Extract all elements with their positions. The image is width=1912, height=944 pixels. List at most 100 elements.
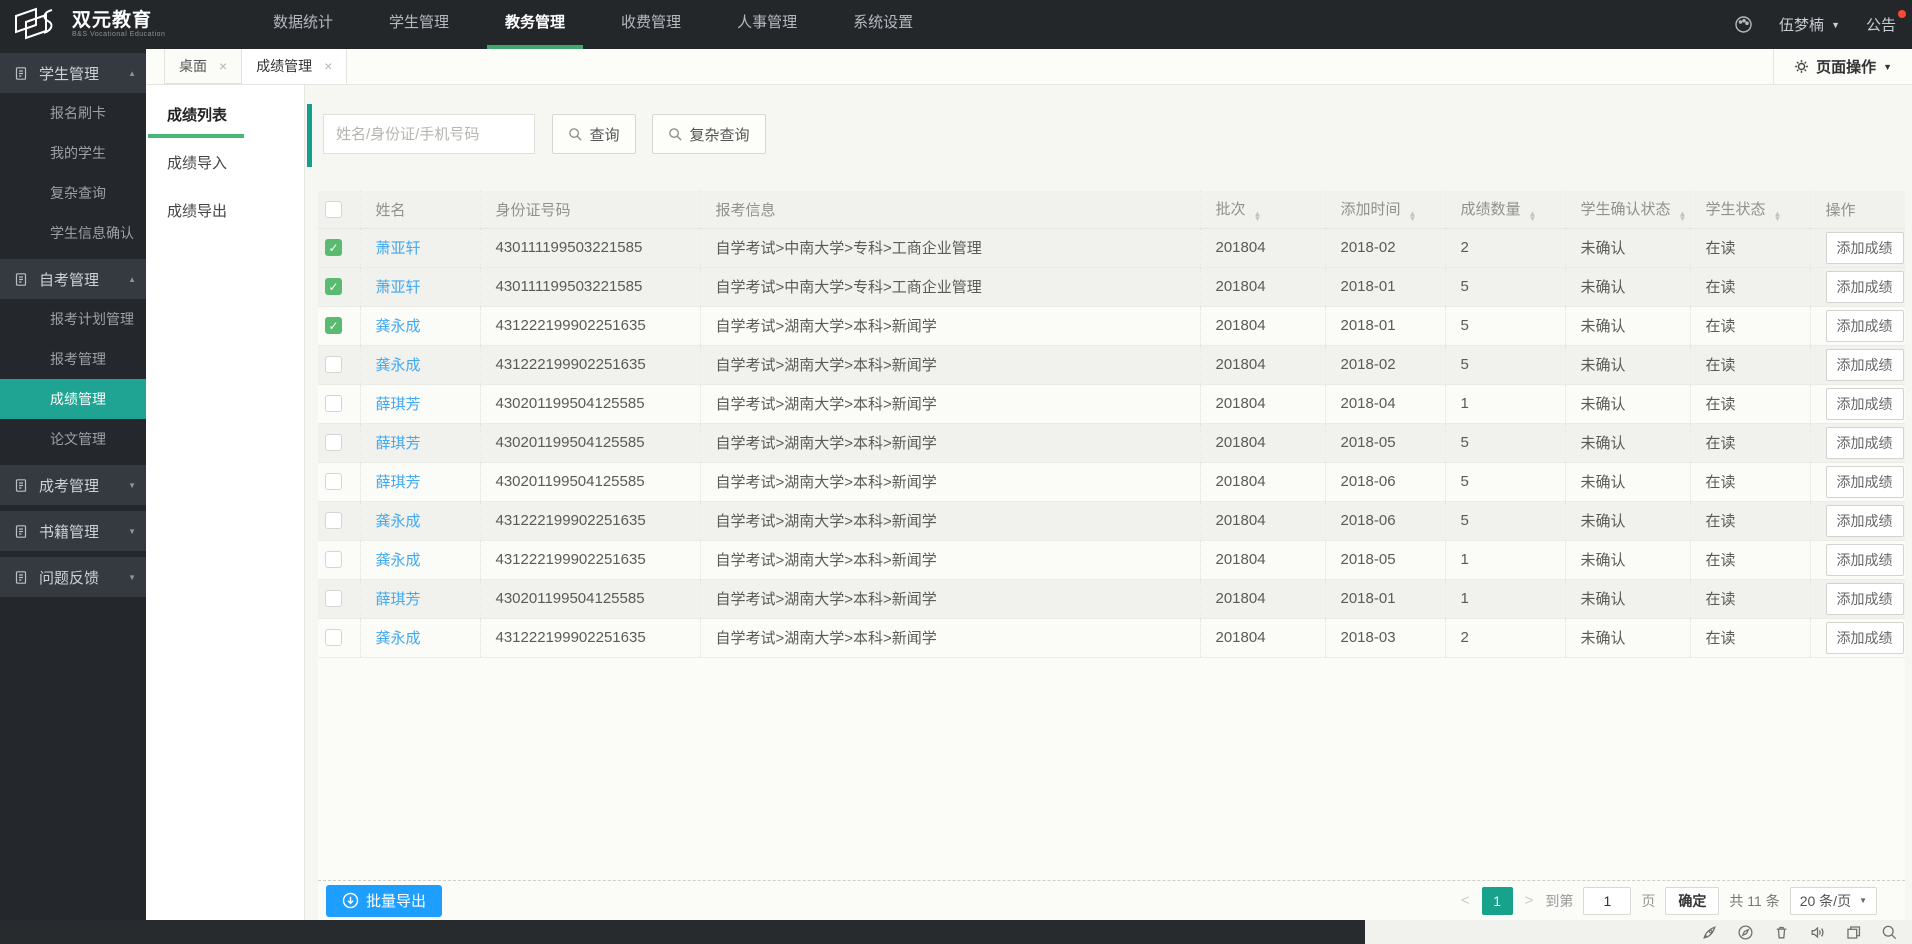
add-score-button[interactable]: 添加成绩 bbox=[1825, 231, 1904, 264]
sidebar-item[interactable]: 报名刷卡 bbox=[0, 93, 146, 133]
nav-item[interactable]: 收费管理 bbox=[603, 0, 699, 49]
speaker-icon[interactable] bbox=[1809, 924, 1826, 941]
sidebar-item[interactable]: 报考管理 bbox=[0, 339, 146, 379]
student-name-link[interactable]: 龚永成 bbox=[376, 357, 421, 374]
tab[interactable]: 成绩管理 × bbox=[242, 49, 348, 84]
user-menu[interactable]: 伍梦楠 ▼ bbox=[1779, 14, 1840, 35]
nav-item[interactable]: 系统设置 bbox=[835, 0, 931, 49]
score-count-cell: 5 bbox=[1445, 423, 1566, 462]
student-name-link[interactable]: 薛琪芳 bbox=[376, 435, 421, 452]
tab[interactable]: 桌面 × bbox=[164, 49, 243, 84]
row-checkbox[interactable] bbox=[325, 629, 342, 647]
batch-export-button[interactable]: 批量导出 bbox=[326, 884, 443, 917]
nav-item[interactable]: 数据统计 bbox=[255, 0, 351, 49]
page-size-select[interactable]: 20 条/页 ▼ bbox=[1789, 886, 1877, 915]
add-score-button[interactable]: 添加成绩 bbox=[1825, 582, 1904, 615]
sort-icon[interactable]: ▲ ▼ bbox=[1409, 209, 1417, 222]
action-cell: 添加成绩 bbox=[1810, 423, 1905, 462]
close-tab-icon[interactable]: × bbox=[324, 58, 332, 74]
column-header[interactable]: 学生确认状态 ▲ ▼ bbox=[1565, 191, 1691, 229]
nav-item[interactable]: 人事管理 bbox=[719, 0, 815, 49]
query-button[interactable]: 查询 bbox=[552, 114, 636, 154]
student-name-link[interactable]: 龚永成 bbox=[376, 318, 421, 335]
theme-palette-icon[interactable] bbox=[1734, 15, 1753, 34]
nav-item[interactable]: 学生管理 bbox=[371, 0, 467, 49]
current-page-button[interactable]: 1 bbox=[1481, 886, 1513, 915]
column-header[interactable]: 批次 ▲ ▼ bbox=[1200, 191, 1326, 229]
add-score-button[interactable]: 添加成绩 bbox=[1825, 426, 1904, 459]
nav-item[interactable]: 教务管理 bbox=[487, 0, 584, 49]
page-actions-button[interactable]: 页面操作 ▼ bbox=[1773, 49, 1912, 84]
add-score-button[interactable]: 添加成绩 bbox=[1825, 543, 1904, 576]
trash-icon[interactable] bbox=[1773, 924, 1790, 941]
column-header[interactable]: 添加时间 ▲ ▼ bbox=[1325, 191, 1446, 229]
sort-icon[interactable]: ▲ ▼ bbox=[1679, 209, 1687, 222]
prev-page-button[interactable]: < bbox=[1459, 892, 1472, 909]
sort-icon[interactable]: ▲ ▼ bbox=[1529, 209, 1537, 222]
column-header[interactable]: 学生状态 ▲ ▼ bbox=[1690, 191, 1811, 229]
rocket-icon[interactable] bbox=[1701, 924, 1718, 941]
windows-icon[interactable] bbox=[1845, 924, 1862, 941]
student-name-link[interactable]: 龚永成 bbox=[376, 552, 421, 569]
sort-icon[interactable]: ▲ ▼ bbox=[1774, 209, 1782, 222]
column-header[interactable]: 成绩数量 ▲ ▼ bbox=[1445, 191, 1566, 229]
sidebar-group[interactable]: 自考管理 ▲ bbox=[0, 259, 146, 299]
row-checkbox[interactable] bbox=[325, 551, 342, 569]
compass-icon[interactable] bbox=[1737, 924, 1754, 941]
next-page-button[interactable]: > bbox=[1523, 892, 1536, 909]
confirm-page-button[interactable]: 确定 bbox=[1665, 886, 1720, 915]
row-checkbox[interactable] bbox=[325, 395, 342, 413]
row-checkbox[interactable] bbox=[325, 512, 342, 530]
notice-link[interactable]: 公告 bbox=[1866, 10, 1906, 35]
row-checkbox[interactable]: ✓ bbox=[325, 317, 342, 335]
student-name-link[interactable]: 薛琪芳 bbox=[376, 474, 421, 491]
sidebar-item[interactable]: 复杂查询 bbox=[0, 173, 146, 213]
add-score-button[interactable]: 添加成绩 bbox=[1825, 621, 1904, 654]
enroll-info-cell: 自学考试>湖南大学>本科>新闻学 bbox=[700, 618, 1201, 657]
complex-query-button[interactable]: 复杂查询 bbox=[652, 114, 766, 154]
student-name-link[interactable]: 龚永成 bbox=[376, 630, 421, 647]
sidebar-item[interactable]: 论文管理 bbox=[0, 419, 146, 459]
add-score-button[interactable]: 添加成绩 bbox=[1825, 348, 1904, 381]
row-checkbox[interactable] bbox=[325, 356, 342, 374]
add-score-button[interactable]: 添加成绩 bbox=[1825, 309, 1904, 342]
close-tab-icon[interactable]: × bbox=[219, 58, 227, 74]
enroll-info-cell: 自学考试>湖南大学>本科>新闻学 bbox=[700, 384, 1201, 423]
add-score-button[interactable]: 添加成绩 bbox=[1825, 270, 1904, 303]
score-count-cell: 5 bbox=[1445, 462, 1566, 501]
row-checkbox[interactable]: ✓ bbox=[325, 278, 342, 296]
search-input[interactable] bbox=[323, 114, 535, 154]
student-name-link[interactable]: 萧亚轩 bbox=[376, 279, 421, 296]
username: 伍梦楠 bbox=[1779, 17, 1825, 34]
page-number-input[interactable] bbox=[1583, 886, 1632, 915]
sidebar-item[interactable]: 我的学生 bbox=[0, 133, 146, 173]
confirm-status-cell: 未确认 bbox=[1565, 423, 1691, 462]
sidebar-group[interactable]: 学生管理 ▲ bbox=[0, 53, 146, 93]
submenu-item[interactable]: 成绩导出 bbox=[146, 190, 304, 238]
search-icon[interactable] bbox=[1881, 924, 1898, 941]
row-checkbox[interactable] bbox=[325, 434, 342, 452]
sidebar-item[interactable]: 成绩管理 bbox=[0, 379, 146, 419]
student-name-link[interactable]: 薛琪芳 bbox=[376, 591, 421, 608]
student-name-link[interactable]: 萧亚轩 bbox=[376, 240, 421, 257]
select-all-checkbox[interactable] bbox=[325, 201, 342, 219]
add-score-button[interactable]: 添加成绩 bbox=[1825, 504, 1904, 537]
score-count-cell: 5 bbox=[1445, 501, 1566, 540]
add-score-button[interactable]: 添加成绩 bbox=[1825, 465, 1904, 498]
batch-cell: 201804 bbox=[1200, 501, 1326, 540]
submenu-item[interactable]: 成绩列表 bbox=[146, 94, 304, 142]
row-checkbox[interactable]: ✓ bbox=[325, 239, 342, 257]
add-score-button[interactable]: 添加成绩 bbox=[1825, 387, 1904, 420]
row-checkbox[interactable] bbox=[325, 590, 342, 608]
submenu-item[interactable]: 成绩导入 bbox=[146, 142, 304, 190]
student-name-link[interactable]: 薛琪芳 bbox=[376, 396, 421, 413]
sidebar-item[interactable]: 学生信息确认 bbox=[0, 213, 146, 253]
sidebar-group[interactable]: 书籍管理 ▼ bbox=[0, 511, 146, 551]
sort-icon[interactable]: ▲ ▼ bbox=[1254, 209, 1262, 222]
student-name-link[interactable]: 龚永成 bbox=[376, 513, 421, 530]
sidebar-group[interactable]: 成考管理 ▼ bbox=[0, 465, 146, 505]
sidebar-item[interactable]: 报考计划管理 bbox=[0, 299, 146, 339]
added-time-cell: 2018-05 bbox=[1325, 540, 1446, 579]
sidebar-group[interactable]: 问题反馈 ▼ bbox=[0, 557, 146, 597]
row-checkbox[interactable] bbox=[325, 473, 342, 491]
